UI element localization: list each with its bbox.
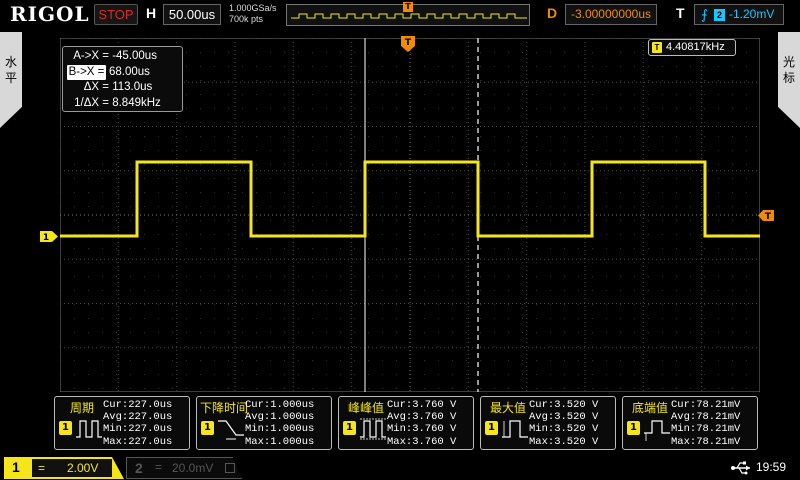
acquisition-info: 1.000GSa/s 700k pts	[229, 3, 277, 25]
trigger-level-marker[interactable]: T	[758, 210, 774, 221]
measurement-maximum[interactable]: 最大值 1 Cur:3.520 V Avg:3.520 V Min:3.520 …	[480, 396, 616, 450]
cursor-inverse-row: 1/ΔX = 8.849kHz	[67, 96, 178, 112]
measurement-base[interactable]: 底端值 1 Cur:78.21mV Avg:78.21mV Min:78.21m…	[622, 396, 758, 450]
channel-2-settings[interactable]: 2 = 20.0mV	[126, 457, 242, 479]
measurement-cur: Cur:78.21mV	[671, 399, 741, 411]
bandwidth-limit-icon	[225, 463, 235, 473]
frequency-counter[interactable]: T 4.40817kHz	[648, 39, 736, 56]
trigger-level-marker-label: T	[765, 212, 772, 221]
measurement-channel-badge: 1	[343, 421, 356, 435]
timebase-value[interactable]: 50.00us	[163, 4, 221, 25]
channel-1-number: 1	[12, 459, 20, 475]
dc-coupling-icon: =	[38, 461, 46, 475]
cursor-readout: A->X = -45.00us B->X = 68.00us ΔX = 113.0…	[62, 46, 183, 112]
memory-trigger-marker: T	[403, 2, 413, 12]
rigol-logo: RIGOL	[10, 2, 90, 26]
measurement-channel-badge: 1	[627, 421, 640, 435]
channel-1-scale: 2.00V	[67, 461, 99, 475]
measurement-channel-badge: 1	[485, 421, 498, 435]
measurement-min: Min:3.760 V	[387, 423, 457, 436]
cursor-menu-tab[interactable]: 光 标	[778, 32, 800, 128]
measurement-max: Max:3.760 V	[387, 435, 457, 448]
measurement-title: 最大值	[489, 401, 526, 415]
frequency-value: 4.40817kHz	[666, 41, 725, 53]
cursor-tab-label: 光 标	[782, 55, 795, 85]
measurement-fall-time[interactable]: 下降时间 1 Cur:1.000us Avg:1.000us Min:1.000…	[196, 396, 332, 450]
trigger-source-badge: 2	[714, 9, 725, 21]
horizontal-menu-tab[interactable]: 水 平	[0, 32, 22, 128]
cursor-inverse-value: 8.849kHz	[112, 96, 161, 109]
memory-waveform-preview	[291, 13, 527, 19]
measurement-peak-to-peak[interactable]: 峰峰值 1 Cur:3.760 V Avg:3.760 V Min:3.760 …	[338, 396, 474, 450]
trigger-settings[interactable]: ⨍ 2 -1.20mV	[694, 4, 784, 25]
cursor-delta-label: ΔX =	[83, 81, 109, 93]
trigger-position-marker[interactable]: T	[401, 36, 415, 52]
fall-time-icon	[218, 420, 244, 440]
measurement-max: Max:1.000us	[245, 435, 315, 448]
measurement-avg: Avg:1.000us	[245, 411, 315, 424]
channel-2-number: 2	[135, 460, 143, 476]
dc-coupling-icon: =	[155, 460, 163, 474]
period-icon	[76, 420, 102, 438]
bottom-bar: 1 = 2.00V 2 = 20.0mV 19:59	[0, 456, 800, 480]
maximum-icon	[502, 420, 528, 438]
trigger-position-label: T	[405, 38, 412, 48]
measurement-cur: Cur:3.520 V	[529, 399, 599, 411]
measurement-cur: Cur:3.760 V	[387, 399, 457, 411]
measurement-period[interactable]: 周期 1 Cur:227.0us Avg:227.0us Min:227.0us…	[54, 396, 190, 450]
trigger-label: T	[676, 5, 685, 21]
measurement-title: 周期	[69, 401, 94, 415]
measurement-max: Max:78.21mV	[671, 435, 741, 448]
measurement-title: 下降时间	[199, 401, 248, 415]
measurement-title: 底端值	[631, 401, 668, 415]
measurement-avg: Avg:3.760 V	[387, 411, 457, 424]
measurement-max: Max:3.520 V	[529, 435, 599, 448]
measurement-min: Min:78.21mV	[671, 423, 741, 436]
base-value-icon	[644, 420, 670, 441]
cursor-a-row: A->X = -45.00us	[67, 49, 178, 65]
peak-to-peak-icon	[360, 418, 386, 440]
cursor-a-value: -45.00us	[112, 50, 157, 62]
measurement-title: 峰峰值	[347, 401, 384, 415]
memory-depth: 700k pts	[229, 14, 264, 24]
measurement-cur: Cur:1.000us	[245, 399, 315, 411]
cursor-delta-value: 113.0us	[112, 81, 153, 93]
usb-icon	[731, 461, 750, 475]
cursor-b-value: 68.00us	[109, 65, 150, 78]
measurement-avg: Avg:3.520 V	[529, 411, 599, 424]
sample-rate: 1.000GSa/s	[229, 3, 277, 13]
channel-1-marker-label: 1	[43, 233, 49, 242]
measurement-channel-badge: 1	[59, 421, 72, 435]
horizontal-tab-label: 水 平	[4, 55, 17, 85]
measurement-max: Max:227.0us	[103, 435, 173, 448]
trigger-delay-value[interactable]: -3.00000000us	[565, 4, 657, 25]
cursor-delta-row: ΔX = 113.0us	[67, 80, 178, 96]
channel-1-offset-marker[interactable]: 1	[40, 231, 58, 242]
measurement-avg: Avg:78.21mV	[671, 411, 741, 424]
horizontal-label: H	[146, 5, 157, 21]
channel-2-scale: 20.0mV	[172, 461, 214, 475]
channel-1-settings[interactable]: 1 = 2.00V	[4, 457, 124, 479]
measurement-min: Min:227.0us	[103, 423, 173, 436]
measurement-avg: Avg:227.0us	[103, 411, 173, 424]
measurement-panel: 周期 1 Cur:227.0us Avg:227.0us Min:227.0us…	[54, 396, 758, 450]
trigger-icon: T	[652, 42, 662, 53]
trigger-level-value: -1.20mV	[729, 7, 775, 21]
cursor-inverse-label: 1/ΔX =	[74, 96, 109, 109]
cursor-b-row[interactable]: B->X = 68.00us	[67, 64, 178, 80]
cursor-b-label: B->X =	[67, 64, 106, 80]
system-clock: 19:59	[756, 460, 787, 474]
top-bar: RIGOL STOP H 50.00us 1.000GSa/s 700k pts…	[0, 0, 800, 30]
delay-label: D	[547, 5, 558, 21]
measurement-min: Min:1.000us	[245, 423, 315, 436]
run-stop-status[interactable]: STOP	[94, 4, 138, 25]
memory-position-bar[interactable]: T	[286, 2, 530, 26]
measurement-channel-badge: 1	[201, 421, 214, 435]
measurement-min: Min:3.520 V	[529, 423, 599, 436]
measurement-cur: Cur:227.0us	[103, 399, 173, 411]
cursor-a-label: A->X =	[73, 50, 109, 62]
rising-edge-icon: ⨍	[701, 7, 708, 22]
